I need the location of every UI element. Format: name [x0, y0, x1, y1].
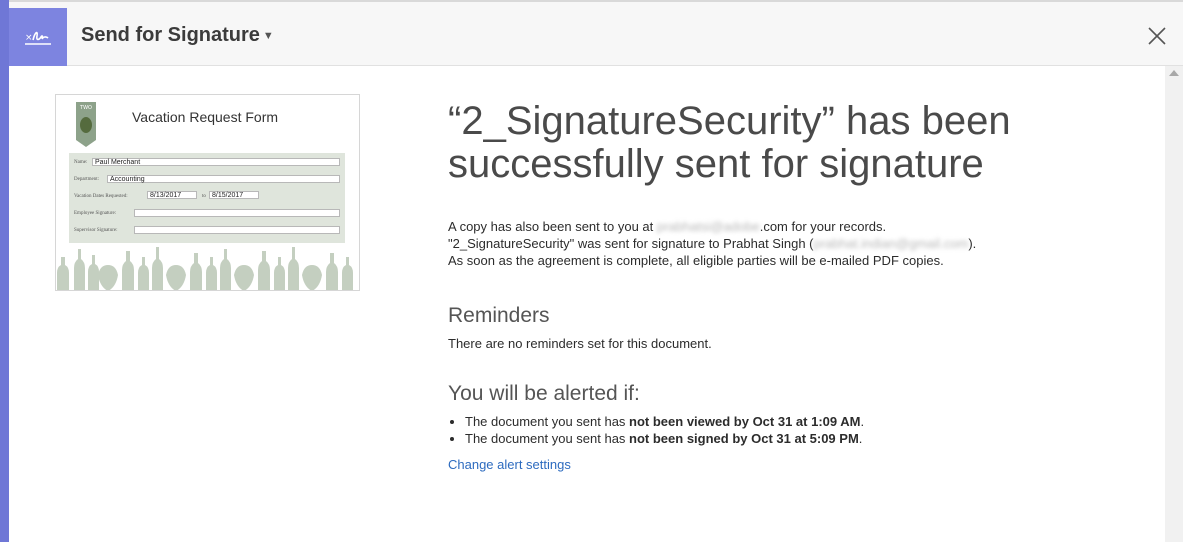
sign-logo-icon: × [9, 8, 67, 66]
alerts-list: The document you sent has not been viewe… [448, 413, 864, 447]
list-item: The document you sent has not been viewe… [465, 413, 864, 430]
sent-prefix-text: "2_SignatureSecurity" was sent for signa… [448, 236, 814, 251]
alert-prefix: The document you sent has [465, 431, 630, 446]
copy-sent-line: A copy has also been sent to you at prab… [448, 218, 976, 235]
employee-signature-label: Employee Signature: [74, 211, 117, 216]
alert-prefix: The document you sent has [465, 414, 630, 429]
completion-note: As soon as the agreement is complete, al… [448, 253, 944, 268]
crest-text: TWO [79, 105, 92, 111]
vertical-scrollbar[interactable] [1165, 66, 1183, 542]
department-label: Department: [74, 177, 99, 182]
alert-suffix: . [860, 414, 865, 429]
copy-suffix-text: .com for your records. [759, 219, 887, 234]
sent-to-line: "2_SignatureSecurity" was sent for signa… [448, 235, 976, 252]
reminders-title: Reminders [448, 304, 550, 327]
date-from-field: 8/13/2017 [147, 191, 197, 199]
alert-suffix: . [858, 431, 863, 446]
form-fields-area: Name: Paul Merchant Department: Accounti… [69, 153, 345, 243]
window-left-edge [0, 0, 9, 542]
blurred-recipient-email: prabhat.indian@gmail.com [813, 236, 969, 251]
scroll-up-arrow-icon[interactable] [1169, 70, 1179, 76]
date-to-field: 8/15/2017 [209, 191, 259, 199]
document-thumbnail: TWO Vacation Request Form Name: Paul Mer… [55, 94, 360, 291]
supervisor-signature-label: Supervisor Signature: [74, 228, 118, 233]
caret-down-icon: ▼ [262, 29, 274, 42]
close-icon[interactable] [1147, 26, 1167, 46]
date-to-label: to [202, 194, 206, 199]
supervisor-signature-field [134, 226, 340, 234]
reminders-text: There are no reminders set for this docu… [448, 336, 712, 351]
bottles-illustration [57, 247, 353, 290]
alert-condition: not been signed by Oct 31 at 5:09 PM [629, 431, 859, 446]
confirmation-details: A copy has also been sent to you at prab… [448, 218, 976, 269]
employee-signature-field [134, 209, 340, 217]
blurred-email: prabhatsi@adobe [656, 219, 760, 234]
department-field: Accounting [107, 175, 340, 183]
heading-line-1: “2_SignatureSecurity” has been [448, 99, 1011, 143]
send-for-signature-menu[interactable]: Send for Signature ▼ [81, 24, 274, 47]
name-field: Paul Merchant [92, 158, 340, 166]
copy-prefix-text: A copy has also been sent to you at [448, 219, 657, 234]
dialog-title: Send for Signature [81, 24, 260, 46]
alert-condition: not been viewed by Oct 31 at 1:09 AM [629, 414, 861, 429]
svg-text:×: × [25, 33, 33, 43]
heading-line-2: successfully sent for signature [448, 142, 984, 186]
dialog-header: × Send for Signature ▼ [9, 0, 1183, 66]
crest-logo-icon: TWO [76, 102, 96, 147]
sent-suffix-text: ). [968, 236, 977, 251]
name-label: Name: [74, 160, 88, 165]
form-title: Vacation Request Form [132, 109, 279, 125]
change-alert-settings-link[interactable]: Change alert settings [448, 457, 571, 472]
alerts-title: You will be alerted if: [448, 382, 640, 405]
dates-label: Vacation Dates Requested: [74, 194, 128, 199]
list-item: The document you sent has not been signe… [465, 430, 864, 447]
confirmation-heading: “2_SignatureSecurity” has been successfu… [448, 100, 1011, 186]
